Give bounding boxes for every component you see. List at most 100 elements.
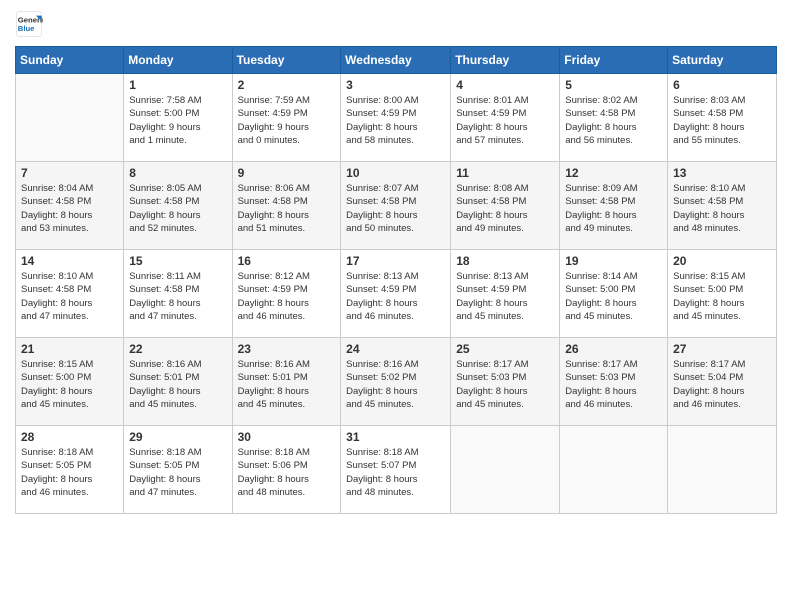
- day-info: Sunrise: 8:18 AM Sunset: 5:06 PM Dayligh…: [238, 446, 336, 499]
- calendar-cell: 4 Sunrise: 8:01 AM Sunset: 4:59 PM Daylig…: [451, 74, 560, 162]
- day-info: Sunrise: 8:13 AM Sunset: 4:59 PM Dayligh…: [346, 270, 445, 323]
- calendar-cell: 26 Sunrise: 8:17 AM Sunset: 5:03 PM Dayli…: [560, 338, 668, 426]
- calendar-cell: 27 Sunrise: 8:17 AM Sunset: 5:04 PM Dayli…: [668, 338, 777, 426]
- day-number: 2: [238, 78, 336, 92]
- weekday-header-monday: Monday: [124, 47, 232, 74]
- day-number: 23: [238, 342, 336, 356]
- svg-text:Blue: Blue: [18, 24, 35, 33]
- calendar-table: SundayMondayTuesdayWednesdayThursdayFrid…: [15, 46, 777, 514]
- day-info: Sunrise: 8:15 AM Sunset: 5:00 PM Dayligh…: [21, 358, 118, 411]
- day-info: Sunrise: 8:16 AM Sunset: 5:01 PM Dayligh…: [238, 358, 336, 411]
- calendar-cell: 14 Sunrise: 8:10 AM Sunset: 4:58 PM Dayli…: [16, 250, 124, 338]
- day-number: 4: [456, 78, 554, 92]
- calendar-week-row: 14 Sunrise: 8:10 AM Sunset: 4:58 PM Dayli…: [16, 250, 777, 338]
- calendar-cell: [16, 74, 124, 162]
- calendar-cell: [560, 426, 668, 514]
- calendar-cell: 25 Sunrise: 8:17 AM Sunset: 5:03 PM Dayli…: [451, 338, 560, 426]
- calendar-cell: 11 Sunrise: 8:08 AM Sunset: 4:58 PM Dayli…: [451, 162, 560, 250]
- calendar-cell: 13 Sunrise: 8:10 AM Sunset: 4:58 PM Dayli…: [668, 162, 777, 250]
- day-number: 26: [565, 342, 662, 356]
- day-info: Sunrise: 7:58 AM Sunset: 5:00 PM Dayligh…: [129, 94, 226, 147]
- day-number: 11: [456, 166, 554, 180]
- day-number: 20: [673, 254, 771, 268]
- day-number: 15: [129, 254, 226, 268]
- day-number: 5: [565, 78, 662, 92]
- day-info: Sunrise: 8:00 AM Sunset: 4:59 PM Dayligh…: [346, 94, 445, 147]
- day-info: Sunrise: 8:18 AM Sunset: 5:07 PM Dayligh…: [346, 446, 445, 499]
- day-info: Sunrise: 8:18 AM Sunset: 5:05 PM Dayligh…: [21, 446, 118, 499]
- calendar-cell: 2 Sunrise: 7:59 AM Sunset: 4:59 PM Daylig…: [232, 74, 341, 162]
- calendar-cell: 1Sunrise: 7:58 AM Sunset: 5:00 PM Daylig…: [124, 74, 232, 162]
- calendar-cell: 22 Sunrise: 8:16 AM Sunset: 5:01 PM Dayli…: [124, 338, 232, 426]
- calendar-cell: 10 Sunrise: 8:07 AM Sunset: 4:58 PM Dayli…: [341, 162, 451, 250]
- day-number: 30: [238, 430, 336, 444]
- day-number: 13: [673, 166, 771, 180]
- weekday-header-sunday: Sunday: [16, 47, 124, 74]
- day-info: Sunrise: 8:04 AM Sunset: 4:58 PM Dayligh…: [21, 182, 118, 235]
- day-info: Sunrise: 8:10 AM Sunset: 4:58 PM Dayligh…: [673, 182, 771, 235]
- calendar-cell: 9 Sunrise: 8:06 AM Sunset: 4:58 PM Daylig…: [232, 162, 341, 250]
- day-info: Sunrise: 8:17 AM Sunset: 5:03 PM Dayligh…: [565, 358, 662, 411]
- day-number: 6: [673, 78, 771, 92]
- calendar-cell: 24Sunrise: 8:16 AM Sunset: 5:02 PM Dayli…: [341, 338, 451, 426]
- day-number: 14: [21, 254, 118, 268]
- calendar-week-row: 28 Sunrise: 8:18 AM Sunset: 5:05 PM Dayli…: [16, 426, 777, 514]
- calendar-cell: 20 Sunrise: 8:15 AM Sunset: 5:00 PM Dayli…: [668, 250, 777, 338]
- weekday-header-saturday: Saturday: [668, 47, 777, 74]
- day-number: 3: [346, 78, 445, 92]
- day-info: Sunrise: 8:17 AM Sunset: 5:03 PM Dayligh…: [456, 358, 554, 411]
- day-number: 21: [21, 342, 118, 356]
- calendar-cell: [451, 426, 560, 514]
- calendar-cell: 6 Sunrise: 8:03 AM Sunset: 4:58 PM Daylig…: [668, 74, 777, 162]
- calendar-cell: 31 Sunrise: 8:18 AM Sunset: 5:07 PM Dayli…: [341, 426, 451, 514]
- calendar-cell: 18 Sunrise: 8:13 AM Sunset: 4:59 PM Dayli…: [451, 250, 560, 338]
- day-number: 16: [238, 254, 336, 268]
- calendar-cell: 29Sunrise: 8:18 AM Sunset: 5:05 PM Dayli…: [124, 426, 232, 514]
- day-number: 31: [346, 430, 445, 444]
- calendar-cell: 23 Sunrise: 8:16 AM Sunset: 5:01 PM Dayli…: [232, 338, 341, 426]
- weekday-header-friday: Friday: [560, 47, 668, 74]
- day-number: 10: [346, 166, 445, 180]
- calendar-cell: 3 Sunrise: 8:00 AM Sunset: 4:59 PM Daylig…: [341, 74, 451, 162]
- day-number: 9: [238, 166, 336, 180]
- day-info: Sunrise: 8:14 AM Sunset: 5:00 PM Dayligh…: [565, 270, 662, 323]
- page-container: General Blue SundayMondayTuesdayWednesda…: [0, 0, 792, 524]
- day-info: Sunrise: 8:06 AM Sunset: 4:58 PM Dayligh…: [238, 182, 336, 235]
- weekday-header-tuesday: Tuesday: [232, 47, 341, 74]
- calendar-cell: [668, 426, 777, 514]
- calendar-cell: 12 Sunrise: 8:09 AM Sunset: 4:58 PM Dayli…: [560, 162, 668, 250]
- day-number: 28: [21, 430, 118, 444]
- day-number: 17: [346, 254, 445, 268]
- day-info: Sunrise: 8:05 AM Sunset: 4:58 PM Dayligh…: [129, 182, 226, 235]
- calendar-cell: 5Sunrise: 8:02 AM Sunset: 4:58 PM Daylig…: [560, 74, 668, 162]
- day-number: 22: [129, 342, 226, 356]
- calendar-cell: 17 Sunrise: 8:13 AM Sunset: 4:59 PM Dayli…: [341, 250, 451, 338]
- day-info: Sunrise: 8:15 AM Sunset: 5:00 PM Dayligh…: [673, 270, 771, 323]
- weekday-header-thursday: Thursday: [451, 47, 560, 74]
- calendar-cell: 19Sunrise: 8:14 AM Sunset: 5:00 PM Dayli…: [560, 250, 668, 338]
- weekday-header-wednesday: Wednesday: [341, 47, 451, 74]
- logo-icon: General Blue: [15, 10, 43, 38]
- day-number: 25: [456, 342, 554, 356]
- day-number: 18: [456, 254, 554, 268]
- day-number: 8: [129, 166, 226, 180]
- day-info: Sunrise: 8:17 AM Sunset: 5:04 PM Dayligh…: [673, 358, 771, 411]
- day-info: Sunrise: 8:18 AM Sunset: 5:05 PM Dayligh…: [129, 446, 226, 499]
- day-info: Sunrise: 8:13 AM Sunset: 4:59 PM Dayligh…: [456, 270, 554, 323]
- day-number: 27: [673, 342, 771, 356]
- day-info: Sunrise: 8:01 AM Sunset: 4:59 PM Dayligh…: [456, 94, 554, 147]
- day-info: Sunrise: 8:12 AM Sunset: 4:59 PM Dayligh…: [238, 270, 336, 323]
- day-number: 24: [346, 342, 445, 356]
- calendar-cell: 28 Sunrise: 8:18 AM Sunset: 5:05 PM Dayli…: [16, 426, 124, 514]
- day-number: 12: [565, 166, 662, 180]
- day-info: Sunrise: 8:03 AM Sunset: 4:58 PM Dayligh…: [673, 94, 771, 147]
- day-info: Sunrise: 7:59 AM Sunset: 4:59 PM Dayligh…: [238, 94, 336, 147]
- calendar-week-row: 1Sunrise: 7:58 AM Sunset: 5:00 PM Daylig…: [16, 74, 777, 162]
- calendar-cell: 21 Sunrise: 8:15 AM Sunset: 5:00 PM Dayli…: [16, 338, 124, 426]
- day-info: Sunrise: 8:16 AM Sunset: 5:01 PM Dayligh…: [129, 358, 226, 411]
- day-info: Sunrise: 8:10 AM Sunset: 4:58 PM Dayligh…: [21, 270, 118, 323]
- day-info: Sunrise: 8:08 AM Sunset: 4:58 PM Dayligh…: [456, 182, 554, 235]
- calendar-cell: 8 Sunrise: 8:05 AM Sunset: 4:58 PM Daylig…: [124, 162, 232, 250]
- day-info: Sunrise: 8:09 AM Sunset: 4:58 PM Dayligh…: [565, 182, 662, 235]
- day-info: Sunrise: 8:07 AM Sunset: 4:58 PM Dayligh…: [346, 182, 445, 235]
